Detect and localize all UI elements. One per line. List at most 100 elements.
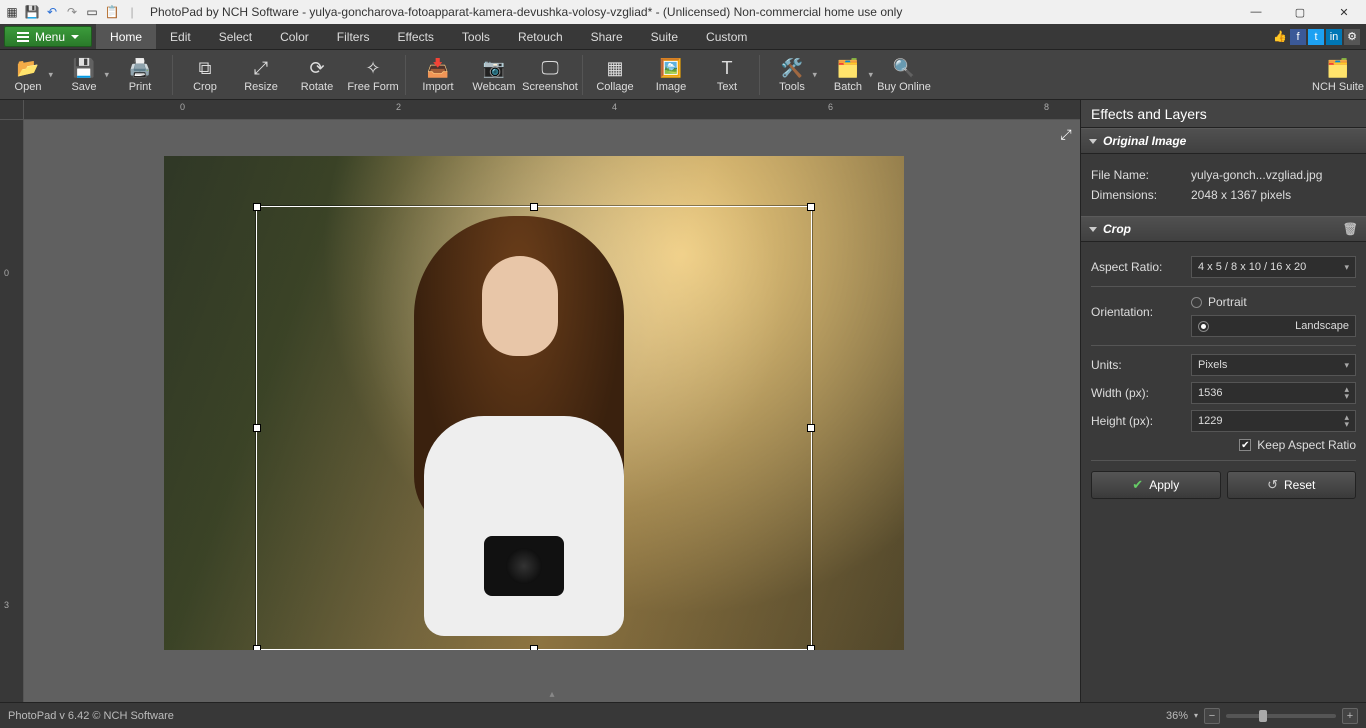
toolbar: 📂Open💾Save🖨️Print⧉Crop⤢Resize⟳Rotate✧Fre… — [0, 50, 1366, 100]
canvas-background[interactable]: ⤢ — [24, 120, 1080, 702]
menu-tab-custom[interactable]: Custom — [692, 24, 761, 49]
ruler-h-tick: 2 — [396, 102, 401, 112]
width-input[interactable]: 1536 ▴▾ — [1191, 382, 1356, 404]
facebook-icon[interactable]: f — [1290, 29, 1306, 45]
save-icon: 💾 — [73, 57, 95, 81]
window-title: PhotoPad by NCH Software - yulya-gonchar… — [144, 5, 1234, 19]
hamburger-icon — [17, 32, 29, 42]
spinner-icon[interactable]: ▴▾ — [1344, 414, 1349, 428]
crop-handle-n[interactable] — [530, 203, 538, 211]
ruler-vertical: 03 — [0, 120, 24, 702]
screenshot-icon: 🖵 — [541, 57, 558, 81]
qat-paste-icon[interactable]: 📋 — [104, 4, 120, 20]
crop-handle-w[interactable] — [253, 424, 261, 432]
toolbar-rotate[interactable]: ⟳Rotate — [289, 50, 345, 100]
toolbar-open[interactable]: 📂Open — [0, 50, 56, 100]
toolbar-import[interactable]: 📥Import — [410, 50, 466, 100]
image-icon: 🖼️ — [660, 57, 682, 81]
qat-undo-icon[interactable]: ↶ — [44, 4, 60, 20]
toolbar-buy[interactable]: 🔍Buy Online — [876, 50, 932, 100]
orientation-landscape-radio[interactable]: Landscape — [1191, 315, 1356, 337]
chevron-down-icon: ▾ — [1344, 360, 1349, 371]
crop-handle-ne[interactable] — [807, 203, 815, 211]
reset-button[interactable]: ↺ Reset — [1227, 471, 1357, 499]
collapse-icon — [1089, 227, 1097, 232]
caret-down-icon — [71, 35, 79, 39]
height-label: Height (px): — [1091, 414, 1191, 428]
section-original-header[interactable]: Original Image — [1081, 128, 1366, 154]
linkedin-icon[interactable]: in — [1326, 29, 1342, 45]
toolbar-collage[interactable]: ▦Collage — [587, 50, 643, 100]
toolbar-nchsuite[interactable]: 🗂️ NCH Suite — [1310, 50, 1366, 100]
minimize-button[interactable]: — — [1234, 0, 1278, 24]
check-icon: ✔ — [1132, 477, 1143, 493]
orientation-portrait-radio[interactable]: Portrait — [1191, 295, 1356, 309]
height-input[interactable]: 1229 ▴▾ — [1191, 410, 1356, 432]
toolbar-print[interactable]: 🖨️Print — [112, 50, 168, 100]
toolbar-image[interactable]: 🖼️Image — [643, 50, 699, 100]
toolbar-webcam[interactable]: 📷Webcam — [466, 50, 522, 100]
menu-tab-select[interactable]: Select — [205, 24, 266, 49]
spinner-icon[interactable]: ▴▾ — [1344, 386, 1349, 400]
toolbar-batch[interactable]: 🗂️Batch — [820, 50, 876, 100]
crop-selection[interactable] — [256, 206, 812, 650]
filename-label: File Name: — [1091, 168, 1191, 182]
toolbar-crop[interactable]: ⧉Crop — [177, 50, 233, 100]
menu-tab-suite[interactable]: Suite — [637, 24, 692, 49]
toolbar-batch-label: Batch — [834, 81, 862, 93]
statusbar: PhotoPad v 6.42 © NCH Software 36% ▾ − + — [0, 702, 1366, 728]
toolbar-resize[interactable]: ⤢Resize — [233, 50, 289, 100]
toolbar-screenshot[interactable]: 🖵Screenshot — [522, 50, 578, 100]
section-crop-header[interactable]: Crop 🗑 — [1081, 216, 1366, 242]
zoom-thumb[interactable] — [1259, 710, 1267, 722]
crop-handle-e[interactable] — [807, 424, 815, 432]
qat-redo-icon[interactable]: ↷ — [64, 4, 80, 20]
aspect-select[interactable]: 4 x 5 / 8 x 10 / 16 x 20 ▾ — [1191, 256, 1356, 278]
toolbar-freeform[interactable]: ✧Free Form — [345, 50, 401, 100]
toolbar-screenshot-label: Screenshot — [522, 81, 578, 93]
zoom-out-button[interactable]: − — [1204, 708, 1220, 724]
menu-tab-retouch[interactable]: Retouch — [504, 24, 577, 49]
zoom-in-button[interactable]: + — [1342, 708, 1358, 724]
toolbar-crop-label: Crop — [193, 81, 217, 93]
menu-tab-tools[interactable]: Tools — [448, 24, 504, 49]
toolbar-save[interactable]: 💾Save — [56, 50, 112, 100]
crop-handle-nw[interactable] — [253, 203, 261, 211]
zoom-caret[interactable]: ▾ — [1194, 711, 1198, 720]
menu-tab-filters[interactable]: Filters — [323, 24, 384, 49]
maximize-button[interactable]: ▢ — [1278, 0, 1322, 24]
ruler-h-tick: 6 — [828, 102, 833, 112]
reset-label: Reset — [1284, 478, 1315, 492]
keep-aspect-checkbox[interactable]: ✔ Keep Aspect Ratio — [1239, 438, 1356, 452]
toolbar-text[interactable]: TText — [699, 50, 755, 100]
crop-handle-s[interactable] — [530, 645, 538, 650]
qat-new-icon[interactable]: ▭ — [84, 4, 100, 20]
crop-handle-sw[interactable] — [253, 645, 261, 650]
horizontal-pager-icon[interactable]: ▴ — [549, 689, 554, 700]
close-button[interactable]: ✕ — [1322, 0, 1366, 24]
delete-layer-icon[interactable]: 🗑 — [1343, 222, 1358, 236]
expand-icon[interactable]: ⤢ — [1058, 126, 1074, 142]
toolbar-tools-label: Tools — [779, 81, 805, 93]
twitter-icon[interactable]: t — [1308, 29, 1324, 45]
toolbar-separator — [582, 55, 583, 95]
menu-tab-effects[interactable]: Effects — [383, 24, 447, 49]
window-controls: — ▢ ✕ — [1234, 0, 1366, 24]
units-select[interactable]: Pixels ▾ — [1191, 354, 1356, 376]
toolbar-tools[interactable]: 🛠️Tools — [764, 50, 820, 100]
like-icon[interactable]: 👍 — [1272, 29, 1288, 45]
settings-icon[interactable]: ⚙ — [1344, 29, 1360, 45]
menu-button[interactable]: Menu — [4, 26, 92, 47]
section-original-label: Original Image — [1103, 134, 1186, 148]
menu-tab-edit[interactable]: Edit — [156, 24, 205, 49]
units-value: Pixels — [1198, 359, 1227, 371]
image-canvas[interactable] — [164, 156, 904, 650]
section-original-body: File Name: yulya-gonch...vzgliad.jpg Dim… — [1081, 154, 1366, 216]
crop-handle-se[interactable] — [807, 645, 815, 650]
menu-tab-home[interactable]: Home — [96, 24, 156, 49]
zoom-slider[interactable] — [1226, 714, 1336, 718]
qat-save-icon[interactable]: 💾 — [24, 4, 40, 20]
menu-tab-color[interactable]: Color — [266, 24, 323, 49]
menu-tab-share[interactable]: Share — [577, 24, 637, 49]
apply-button[interactable]: ✔ Apply — [1091, 471, 1221, 499]
